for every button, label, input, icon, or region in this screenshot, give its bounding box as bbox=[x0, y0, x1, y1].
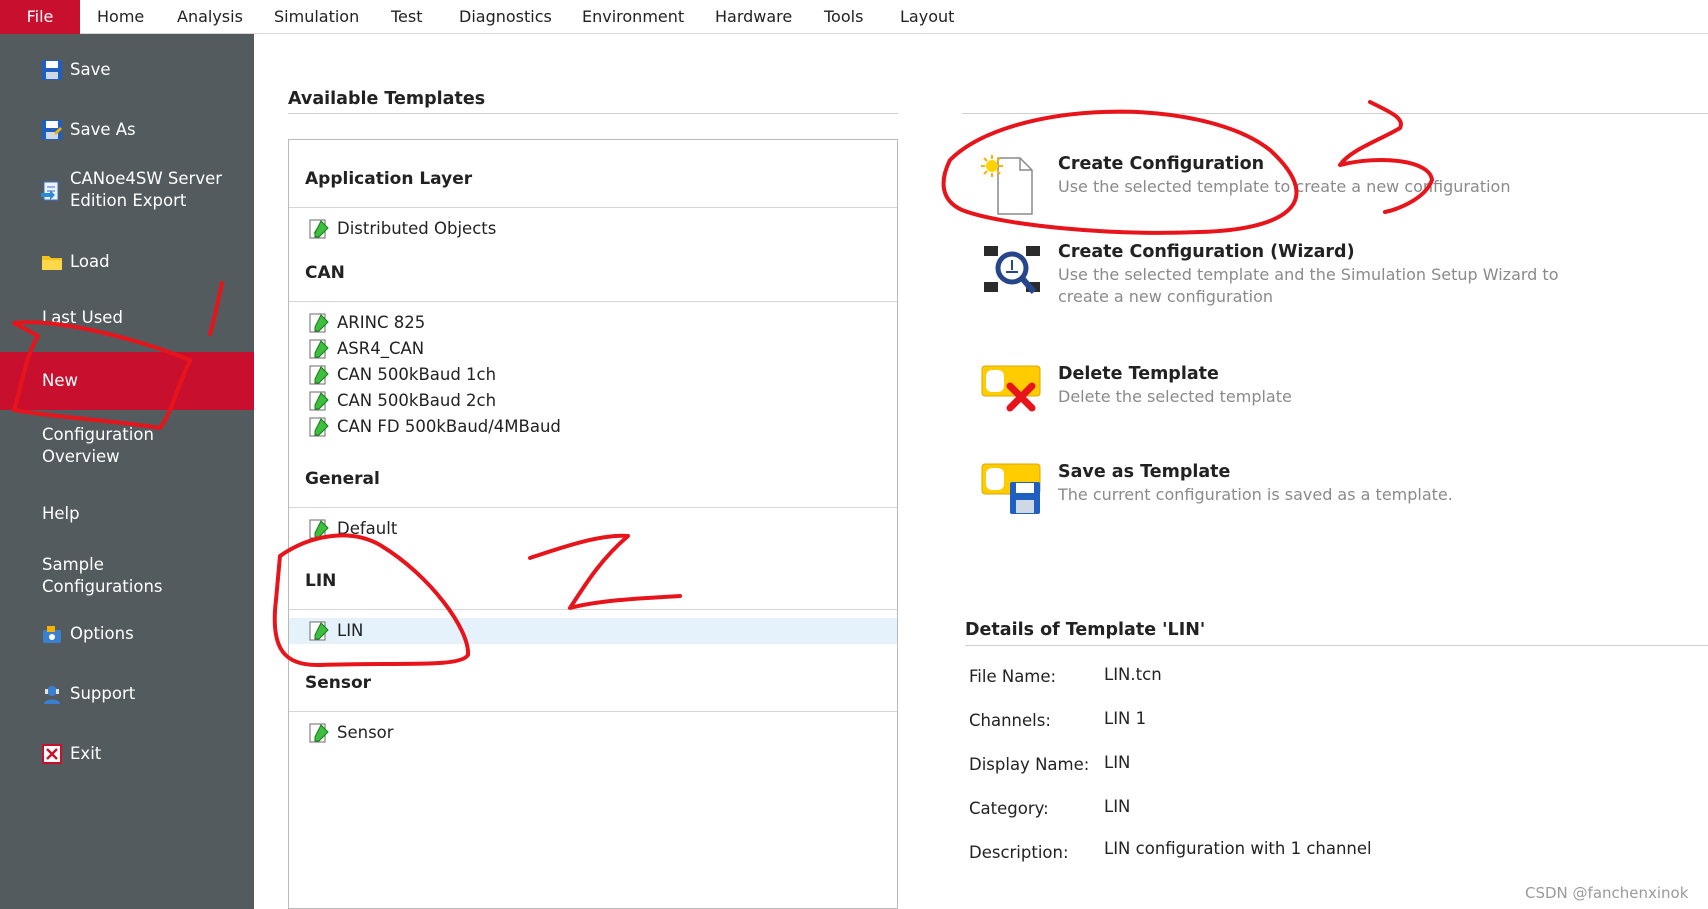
template-icon bbox=[309, 339, 329, 359]
divider bbox=[965, 645, 1708, 646]
tab-tools[interactable]: Tools bbox=[824, 0, 863, 34]
divider bbox=[289, 207, 897, 208]
group-header-application-layer: Application Layer bbox=[305, 169, 473, 189]
group-header-sensor: Sensor bbox=[305, 673, 372, 693]
detail-value-file-name: LIN.tcn bbox=[1104, 665, 1162, 684]
detail-label-description: Description: bbox=[969, 843, 1069, 862]
tab-analysis[interactable]: Analysis bbox=[177, 0, 243, 34]
nav-sample-configurations[interactable]: Sample Configurations bbox=[0, 550, 254, 604]
template-item-lin[interactable]: LIN bbox=[289, 618, 897, 644]
template-icon bbox=[309, 219, 329, 239]
folder-icon bbox=[41, 251, 63, 273]
detail-value-channels: LIN 1 bbox=[1104, 709, 1147, 728]
exit-icon bbox=[41, 743, 63, 765]
template-icon bbox=[309, 391, 329, 411]
save-template-icon bbox=[980, 462, 1044, 526]
group-header-can: CAN bbox=[305, 263, 345, 283]
delete-template-icon bbox=[980, 364, 1044, 428]
group-header-lin: LIN bbox=[305, 571, 337, 591]
tab-file[interactable]: File bbox=[0, 0, 80, 34]
divider bbox=[962, 113, 1708, 114]
watermark: CSDN @fanchenxinok bbox=[1525, 884, 1689, 902]
nav-canoe4sw-export[interactable]: CANoe4SW Server Edition Export bbox=[0, 164, 254, 218]
new-document-icon bbox=[980, 154, 1044, 218]
divider bbox=[289, 609, 897, 610]
tab-diagnostics[interactable]: Diagnostics bbox=[459, 0, 552, 34]
backstage-nav: Save Save As CANoe4SW Server Edition Exp… bbox=[0, 34, 254, 909]
detail-label-display-name: Display Name: bbox=[969, 755, 1090, 774]
wizard-icon bbox=[980, 242, 1044, 306]
nav-options[interactable]: Options bbox=[0, 614, 254, 654]
nav-load[interactable]: Load bbox=[0, 242, 254, 282]
save-as-template-button[interactable]: Save as Template The current configurati… bbox=[980, 462, 1660, 526]
detail-value-display-name: LIN bbox=[1104, 753, 1131, 772]
template-details-title: Details of Template 'LIN' bbox=[965, 620, 1206, 640]
detail-label-category: Category: bbox=[969, 799, 1049, 818]
template-item-distributed-objects[interactable]: Distributed Objects bbox=[289, 216, 897, 242]
nav-save-as[interactable]: Save As bbox=[0, 110, 254, 150]
tab-hardware[interactable]: Hardware bbox=[715, 0, 792, 34]
save-icon bbox=[41, 59, 63, 81]
support-icon bbox=[41, 683, 63, 705]
template-icon bbox=[309, 519, 329, 539]
tab-environment[interactable]: Environment bbox=[582, 0, 684, 34]
detail-label-channels: Channels: bbox=[969, 711, 1051, 730]
template-item-asr4-can[interactable]: ASR4_CAN bbox=[289, 336, 897, 362]
template-item-can-500kbaud-1ch[interactable]: CAN 500kBaud 1ch bbox=[289, 362, 897, 388]
detail-value-category: LIN bbox=[1104, 797, 1131, 816]
template-list[interactable]: Application Layer Distributed Objects CA… bbox=[288, 139, 898, 909]
template-item-can-fd[interactable]: CAN FD 500kBaud/4MBaud bbox=[289, 414, 897, 440]
nav-last-used[interactable]: Last Used bbox=[0, 298, 254, 338]
ribbon-tab-bar: File Home Analysis Simulation Test Diagn… bbox=[0, 0, 1708, 34]
group-header-general: General bbox=[305, 469, 380, 489]
delete-template-button[interactable]: Delete Template Delete the selected temp… bbox=[980, 364, 1660, 428]
tab-home[interactable]: Home bbox=[97, 0, 144, 34]
template-item-default[interactable]: Default bbox=[289, 516, 897, 542]
detail-label-file-name: File Name: bbox=[969, 667, 1057, 686]
divider bbox=[289, 711, 897, 712]
divider bbox=[288, 113, 898, 114]
template-item-can-500kbaud-2ch[interactable]: CAN 500kBaud 2ch bbox=[289, 388, 897, 414]
template-icon bbox=[309, 723, 329, 743]
export-icon bbox=[41, 180, 63, 202]
template-icon bbox=[309, 313, 329, 333]
template-item-sensor[interactable]: Sensor bbox=[289, 720, 897, 746]
nav-configuration-overview[interactable]: Configuration Overview bbox=[0, 420, 254, 474]
options-icon bbox=[41, 623, 63, 645]
divider bbox=[289, 301, 897, 302]
detail-value-description: LIN configuration with 1 channel bbox=[1104, 839, 1372, 858]
nav-help[interactable]: Help bbox=[0, 494, 254, 534]
template-icon bbox=[309, 621, 329, 641]
divider bbox=[289, 507, 897, 508]
template-icon bbox=[309, 417, 329, 437]
nav-exit[interactable]: Exit bbox=[0, 734, 254, 774]
available-templates-title: Available Templates bbox=[288, 89, 486, 109]
tab-simulation[interactable]: Simulation bbox=[274, 0, 359, 34]
save-as-icon bbox=[41, 119, 63, 141]
template-item-arinc-825[interactable]: ARINC 825 bbox=[289, 310, 897, 336]
tab-test[interactable]: Test bbox=[391, 0, 423, 34]
template-icon bbox=[309, 365, 329, 385]
nav-new[interactable]: New bbox=[0, 352, 254, 410]
create-configuration-wizard-button[interactable]: Create Configuration (Wizard) Use the se… bbox=[980, 242, 1660, 322]
create-configuration-button[interactable]: Create Configuration Use the selected te… bbox=[980, 154, 1660, 218]
nav-save[interactable]: Save bbox=[0, 50, 254, 90]
nav-support[interactable]: Support bbox=[0, 674, 254, 714]
tab-layout[interactable]: Layout bbox=[900, 0, 954, 34]
